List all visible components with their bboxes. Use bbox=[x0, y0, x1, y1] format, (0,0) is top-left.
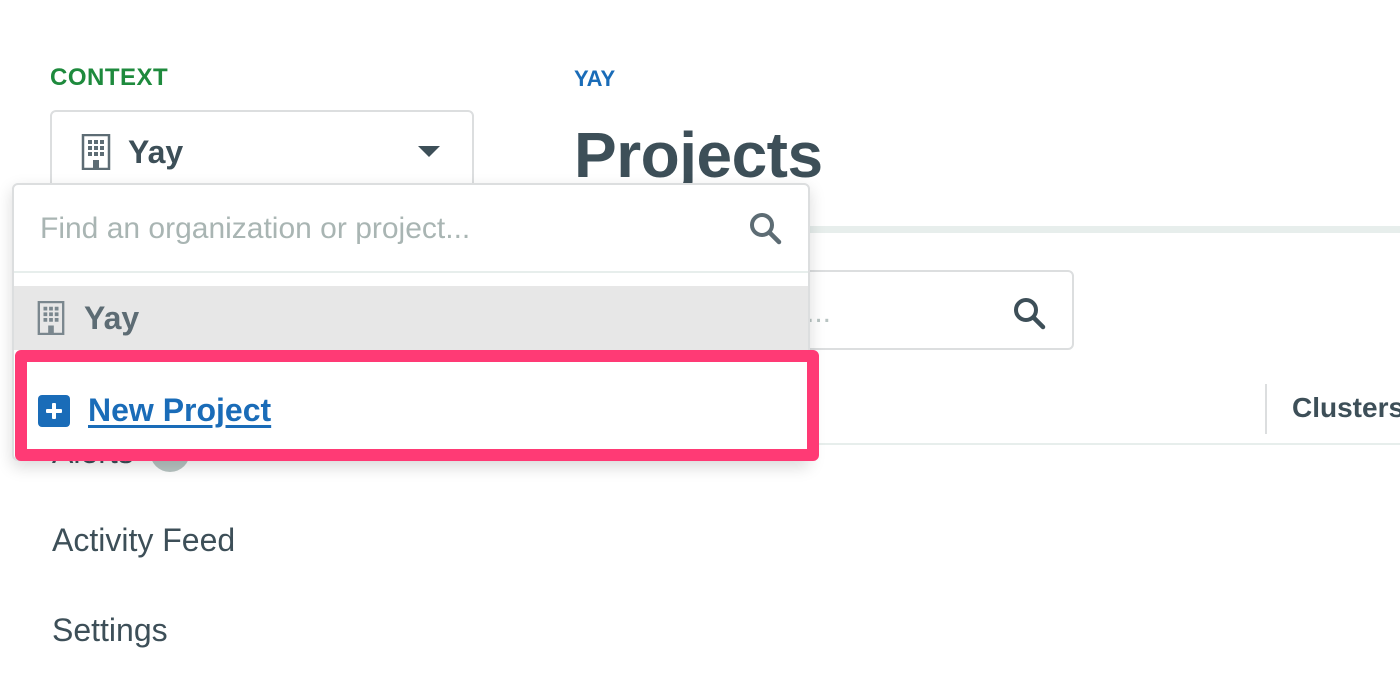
building-icon bbox=[37, 301, 65, 335]
context-label: CONTEXT bbox=[50, 64, 169, 91]
plus-square-icon bbox=[38, 394, 70, 427]
org-project-search-input[interactable] bbox=[40, 205, 730, 253]
column-divider bbox=[1265, 384, 1267, 434]
chevron-down-icon bbox=[418, 146, 440, 157]
dropdown-search-row bbox=[14, 185, 808, 273]
sidebar-item-settings[interactable]: Settings bbox=[52, 612, 168, 649]
new-project-label: New Project bbox=[88, 392, 272, 428]
projects-search-input[interactable]: ... bbox=[790, 270, 1074, 350]
organization-name: Yay bbox=[84, 299, 140, 336]
search-icon[interactable] bbox=[748, 211, 782, 245]
selected-context-name: Yay bbox=[128, 133, 184, 170]
table-header-divider bbox=[800, 443, 1400, 445]
new-project-link[interactable]: New Project bbox=[38, 392, 271, 429]
context-selector[interactable]: Yay bbox=[50, 110, 474, 194]
column-header-clusters[interactable]: Clusters bbox=[1292, 392, 1400, 424]
sidebar-item-activity-feed[interactable]: Activity Feed bbox=[52, 522, 235, 559]
breadcrumb[interactable]: YAY bbox=[574, 66, 615, 92]
building-icon bbox=[81, 134, 111, 170]
page-title: Projects bbox=[574, 119, 823, 191]
dropdown-item-organization[interactable]: Yay bbox=[14, 286, 808, 350]
search-icon[interactable] bbox=[1012, 296, 1046, 330]
